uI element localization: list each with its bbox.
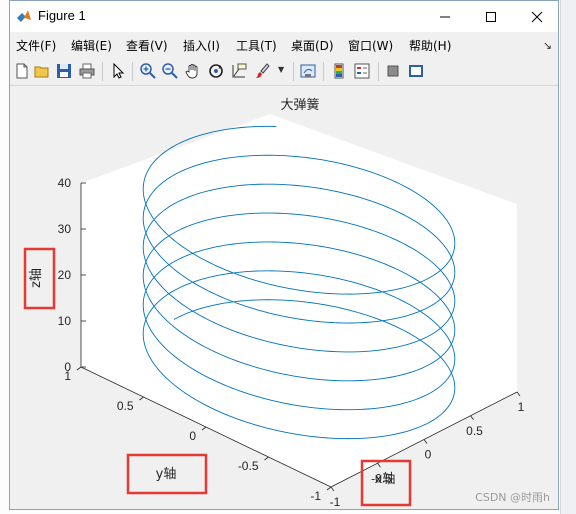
z-tick-label: 20 [58,268,72,282]
dock-arrow-icon[interactable]: ↘ [543,39,552,52]
menu-help[interactable]: 帮助(H) [409,37,451,54]
y-tick [326,486,332,491]
figure-canvas[interactable]: -1 -0.5 0 0.5 1 -1 -0.5 0 0.5 1 0 10 20 30 40 大弹簧 z轴 y… [10,86,558,509]
plot-3d-axes[interactable]: -1-0.500.51-1-0.500.51010203040 大弹簧 z轴 y… [10,86,558,509]
csdn-watermark: CSDN @时雨h [475,491,550,504]
y-tick [139,396,144,401]
brush-dropdown-icon[interactable]: ▼ [278,65,284,74]
data-cursor-icon[interactable] [230,62,248,80]
minimize-icon [440,16,450,17]
figure-window: Figure 1 文件(F) 编辑(E) 查看(V) 插入(I) 工具(T) 桌… [9,0,559,510]
save-icon[interactable] [55,62,73,80]
close-icon [531,11,543,22]
title-bar[interactable]: Figure 1 [10,1,558,32]
x-tick-label: -1 [330,495,341,509]
background-editor-scrollbar [560,0,576,514]
z-axis-label: z轴 [29,268,44,288]
y-axis-label: y轴 [156,467,177,482]
x-tick [330,486,335,492]
x-tick [423,439,428,444]
show-plot-tools-icon[interactable] [407,62,425,80]
minimize-button[interactable] [422,1,468,32]
x-tick-label: 1 [518,400,525,414]
menu-window[interactable]: 窗口(W) [348,37,393,54]
hide-plot-tools-icon[interactable] [384,62,402,80]
window-title: Figure 1 [38,8,86,23]
zoom-in-icon[interactable] [139,62,157,80]
z-tick-label: 10 [58,314,72,328]
x-tick [377,463,381,468]
open-file-icon[interactable] [33,62,51,80]
maximize-icon [486,11,496,22]
close-button[interactable] [514,1,560,32]
x-tick [516,391,521,397]
y-tick-label: 0 [189,429,196,443]
maximize-button[interactable] [468,1,514,32]
y-tick-label: 0.5 [117,399,134,413]
print-icon[interactable] [78,62,96,80]
zoom-out-icon[interactable] [161,62,179,80]
pan-icon[interactable] [184,62,202,80]
brush-icon[interactable] [253,62,271,80]
link-plot-icon[interactable] [299,62,317,80]
toolbar-separator [378,62,379,81]
rotate-3d-icon[interactable] [207,62,225,80]
colorbar-icon[interactable] [330,62,348,80]
edit-plot-icon[interactable] [109,62,127,80]
matlab-logo-icon [17,10,31,22]
z-tick-label: 30 [58,222,72,236]
figure-toolbar: ▼ [10,57,558,86]
x-tick-label: 0 [425,448,432,462]
toolbar-separator [132,62,133,81]
y-tick-label: -0.5 [238,459,259,473]
menu-edit[interactable]: 编辑(E) [71,37,112,54]
chart-title: 大弹簧 [280,97,319,113]
toolbar-separator [102,62,103,81]
x-tick [470,415,474,420]
x-tick-label: 0.5 [466,424,483,438]
new-figure-icon[interactable] [13,62,31,80]
menu-tools[interactable]: 工具(T) [236,37,277,54]
menu-bar: 文件(F) 编辑(E) 查看(V) 插入(I) 工具(T) 桌面(D) 窗口(W… [10,32,558,57]
z-tick-label: 0 [64,360,71,374]
y-tick [76,366,82,371]
axes-background [81,114,517,487]
menu-desktop[interactable]: 桌面(D) [291,37,334,54]
legend-icon[interactable] [353,62,371,80]
toolbar-separator [323,62,324,81]
menu-view[interactable]: 查看(V) [126,37,168,54]
menu-file[interactable]: 文件(F) [16,37,56,54]
y-tick [201,426,207,431]
menu-insert[interactable]: 插入(I) [183,37,220,54]
y-tick-label: -1 [310,489,321,503]
y-tick [264,456,269,461]
x-axis-label: x轴 [375,472,396,487]
z-tick-label: 40 [58,176,72,190]
toolbar-separator [293,62,294,81]
